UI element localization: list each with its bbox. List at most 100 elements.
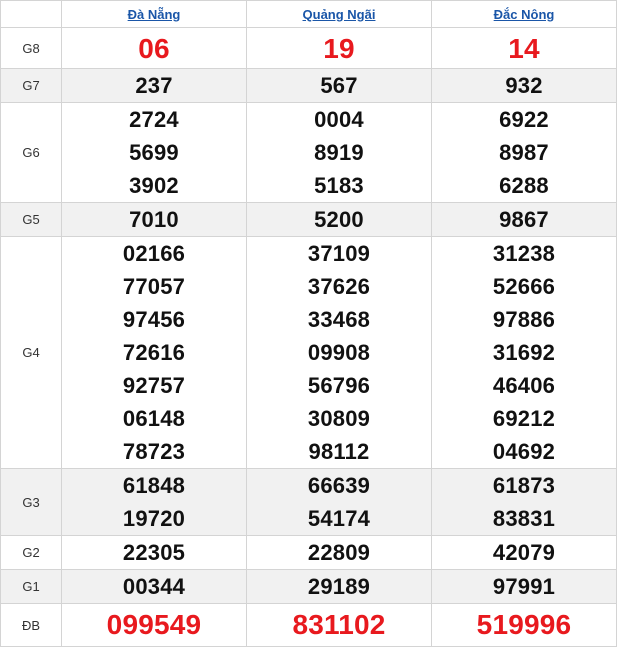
prize-cell: 61873 83831 — [431, 468, 617, 536]
prize-number: 932 — [505, 73, 543, 98]
prize-label: G8 — [0, 27, 62, 69]
prize-label: G4 — [0, 236, 62, 469]
prize-cell: 19 — [246, 27, 432, 69]
prize-row-g8: G8 06 19 14 — [0, 27, 617, 69]
prize-number: 19720 — [122, 506, 186, 531]
prize-label: G7 — [0, 68, 62, 103]
prize-number: 5183 — [314, 173, 364, 198]
prize-cell: 61848 19720 — [61, 468, 247, 536]
prize-number: 31692 — [492, 340, 556, 365]
prize-label: ĐB — [0, 603, 62, 647]
prize-number: 46406 — [492, 373, 556, 398]
prize-number: 31238 — [492, 241, 556, 266]
prize-rows: G8 06 19 14 G7 237 567 932 G6 2724 5699 3902 0004 891… — [0, 27, 617, 647]
prize-cell: 42079 — [431, 535, 617, 570]
prize-row-db: ĐB 099549 831102 519996 — [0, 603, 617, 647]
prize-number: 00344 — [122, 574, 186, 599]
prize-cell: 66639 54174 — [246, 468, 432, 536]
province-header-row: Đà Nẵng Quảng Ngãi Đắc Nông — [0, 0, 617, 28]
prize-number: 97886 — [492, 307, 556, 332]
prize-number: 72616 — [122, 340, 186, 365]
prize-cell: 22305 — [61, 535, 247, 570]
prize-number: 30809 — [307, 406, 371, 431]
prize-cell: 22809 — [246, 535, 432, 570]
prize-label: G5 — [0, 202, 62, 237]
prize-number: 54174 — [307, 506, 371, 531]
prize-cell: 932 — [431, 68, 617, 103]
prize-number: 37626 — [307, 274, 371, 299]
prize-number: 33468 — [307, 307, 371, 332]
prize-number: 3902 — [129, 173, 179, 198]
prize-number: 69212 — [492, 406, 556, 431]
prize-number: 2724 — [129, 107, 179, 132]
prize-cell: 831102 — [246, 603, 432, 647]
prize-row-g7: G7 237 567 932 — [0, 68, 617, 103]
prize-number: 42079 — [492, 540, 556, 565]
prize-number: 06 — [138, 32, 170, 64]
prize-number: 78723 — [122, 439, 186, 464]
prize-number: 77057 — [122, 274, 186, 299]
prize-number: 61848 — [122, 473, 186, 498]
prize-number: 9867 — [499, 207, 549, 232]
prize-label: G2 — [0, 535, 62, 570]
prize-number: 29189 — [307, 574, 371, 599]
prize-cell: 099549 — [61, 603, 247, 647]
prize-cell: 5200 — [246, 202, 432, 237]
prize-cell: 7010 — [61, 202, 247, 237]
province-link-da-nang[interactable]: Đà Nẵng — [128, 7, 181, 22]
prize-cell: 237 — [61, 68, 247, 103]
prize-number: 14 — [508, 32, 540, 64]
province-header: Quảng Ngãi — [246, 0, 432, 28]
province-header: Đắc Nông — [431, 0, 617, 28]
prize-cell: 9867 — [431, 202, 617, 237]
prize-label: G6 — [0, 102, 62, 203]
prize-number: 22305 — [122, 540, 186, 565]
province-link-dac-nong[interactable]: Đắc Nông — [494, 7, 555, 22]
prize-number: 09908 — [307, 340, 371, 365]
prize-cell: 2724 5699 3902 — [61, 102, 247, 203]
prize-number: 56796 — [307, 373, 371, 398]
prize-cell: 06 — [61, 27, 247, 69]
prize-number: 19 — [323, 32, 355, 64]
prize-label: G1 — [0, 569, 62, 604]
prize-cell: 31238 52666 97886 31692 46406 69212 04692 — [431, 236, 617, 469]
province-header: Đà Nẵng — [61, 0, 247, 28]
special-prize-number: 099549 — [106, 609, 202, 640]
lottery-results-table: Đà Nẵng Quảng Ngãi Đắc Nông G8 06 19 14 G7 23… — [0, 0, 617, 647]
prize-cell: 519996 — [431, 603, 617, 647]
prize-row-g4: G4 02166 77057 97456 72616 92757 06148 78723 371… — [0, 236, 617, 469]
prize-number: 7010 — [129, 207, 179, 232]
prize-number: 37109 — [307, 241, 371, 266]
prize-number: 22809 — [307, 540, 371, 565]
prize-row-g5: G5 7010 5200 9867 — [0, 202, 617, 237]
prize-number: 83831 — [492, 506, 556, 531]
prize-number: 5699 — [129, 140, 179, 165]
prize-row-g3: G3 61848 19720 66639 54174 61873 83831 — [0, 468, 617, 536]
prize-cell: 97991 — [431, 569, 617, 604]
prize-number: 61873 — [492, 473, 556, 498]
prize-number: 0004 — [314, 107, 364, 132]
prize-number: 6922 — [499, 107, 549, 132]
prize-number: 5200 — [314, 207, 364, 232]
prize-number: 97456 — [122, 307, 186, 332]
prize-number: 567 — [320, 73, 358, 98]
prize-cell: 567 — [246, 68, 432, 103]
prize-row-g1: G1 00344 29189 97991 — [0, 569, 617, 604]
prize-number: 92757 — [122, 373, 186, 398]
header-corner — [0, 0, 62, 28]
special-prize-number: 519996 — [476, 609, 572, 640]
prize-number: 66639 — [307, 473, 371, 498]
prize-number: 04692 — [492, 439, 556, 464]
prize-cell: 0004 8919 5183 — [246, 102, 432, 203]
prize-number: 06148 — [122, 406, 186, 431]
prize-label: G3 — [0, 468, 62, 536]
prize-number: 97991 — [492, 574, 556, 599]
prize-row-g6: G6 2724 5699 3902 0004 8919 5183 6922 8987 6288 — [0, 102, 617, 203]
prize-cell: 37109 37626 33468 09908 56796 30809 98112 — [246, 236, 432, 469]
prize-number: 52666 — [492, 274, 556, 299]
prize-cell: 00344 — [61, 569, 247, 604]
prize-number: 6288 — [499, 173, 549, 198]
province-link-quang-ngai[interactable]: Quảng Ngãi — [303, 7, 376, 22]
prize-number: 237 — [135, 73, 173, 98]
prize-number: 98112 — [308, 439, 370, 464]
